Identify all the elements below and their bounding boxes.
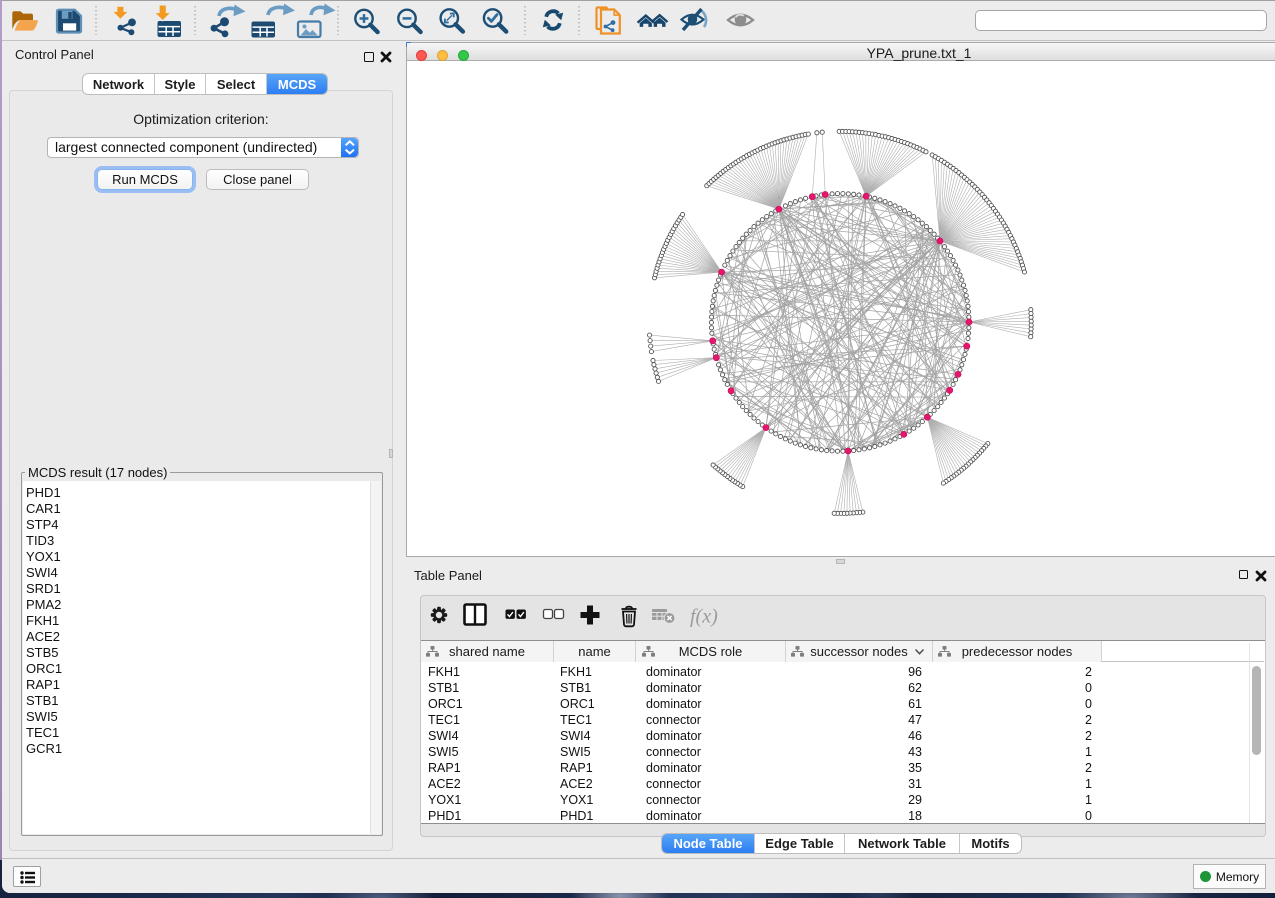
svg-text:f(x): f(x) [690, 606, 718, 628]
